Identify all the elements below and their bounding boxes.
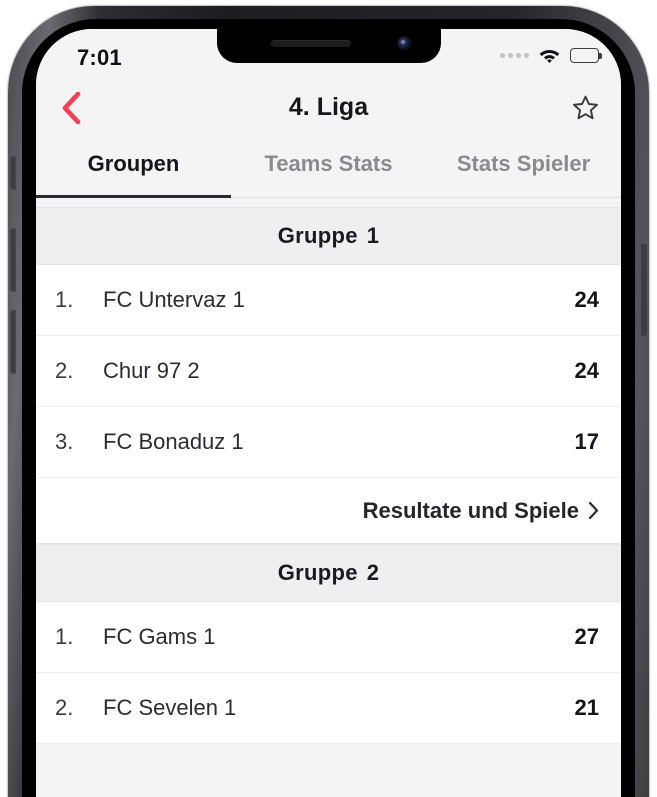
row-rank: 3.	[55, 429, 74, 454]
row-team-name: Chur 97 2	[103, 358, 200, 383]
row-team-name: FC Bonaduz 1	[103, 429, 244, 454]
tab-stats-spieler[interactable]: Stats Spieler	[426, 139, 621, 189]
navigation-bar: 4. Liga	[36, 77, 621, 139]
row-rank: 1.	[55, 624, 74, 649]
group-header-number: 1	[366, 223, 380, 248]
group-header-2: Gruppe 2	[36, 544, 621, 602]
star-outline-icon	[572, 95, 598, 120]
row-points: 24	[574, 358, 599, 383]
battery-full-icon	[570, 48, 602, 63]
table-row[interactable]: 1. FC Gams 1 27	[36, 602, 621, 673]
row-team-name: FC Sevelen 1	[103, 695, 237, 720]
tab-label: Stats Spieler	[456, 151, 591, 176]
tab-bar: Groupen Teams Stats Stats Spieler	[36, 139, 621, 207]
page-title: 4. Liga	[288, 93, 369, 121]
group-header-label: Gruppe	[277, 223, 358, 248]
phone-screen: 7:01 4. Liga Groupen Teams Stats Stats S…	[36, 29, 621, 797]
table-row[interactable]: 1. FC Untervaz 1 24	[36, 265, 621, 336]
table-row[interactable]: 2. FC Sevelen 1 21	[36, 673, 621, 744]
device-notch	[216, 29, 441, 63]
group-header-1: Gruppe 1	[36, 207, 621, 265]
front-camera-icon	[397, 37, 411, 50]
tab-groupen[interactable]: Groupen	[36, 139, 231, 189]
status-bar-time: 7:01	[77, 45, 122, 70]
earpiece-speaker-icon	[270, 40, 351, 47]
row-points: 17	[574, 429, 599, 454]
row-rank: 2.	[55, 695, 74, 720]
row-rank: 1.	[55, 287, 74, 312]
power-button[interactable]	[641, 244, 647, 336]
status-bar-indicators	[500, 47, 602, 64]
chevron-right-icon	[588, 501, 599, 520]
row-rank: 2.	[55, 358, 74, 383]
favorite-button[interactable]	[563, 86, 607, 130]
screenshot-stage: 7:01 4. Liga Groupen Teams Stats Stats S…	[0, 0, 657, 797]
table-row[interactable]: 2. Chur 97 2 24	[36, 336, 621, 407]
results-and-matches-link[interactable]: Resultate und Spiele	[36, 478, 621, 544]
volume-up-button[interactable]	[10, 228, 16, 292]
row-points: 24	[574, 287, 599, 312]
table-row[interactable]: 3. FC Bonaduz 1 17	[36, 407, 621, 478]
tab-label: Teams Stats	[264, 151, 393, 176]
tab-teams-stats[interactable]: Teams Stats	[231, 139, 426, 189]
mute-switch[interactable]	[10, 156, 16, 190]
row-team-name: FC Untervaz 1	[103, 287, 245, 312]
row-points: 21	[574, 695, 599, 720]
tab-label: Groupen	[87, 151, 180, 176]
wifi-icon	[539, 50, 560, 63]
row-points: 27	[574, 624, 599, 649]
row-team-name: FC Gams 1	[103, 624, 216, 649]
standings-list: Gruppe 1 1. FC Untervaz 1 24 2. Chur 97 …	[36, 207, 621, 744]
signal-dots-icon	[500, 53, 529, 58]
active-tab-indicator	[36, 195, 231, 198]
group-header-label: Gruppe	[277, 560, 358, 585]
results-link-label: Resultate und Spiele	[362, 497, 579, 523]
volume-down-button[interactable]	[10, 310, 16, 374]
camera-glint	[400, 40, 405, 44]
group-header-number: 2	[366, 560, 380, 585]
